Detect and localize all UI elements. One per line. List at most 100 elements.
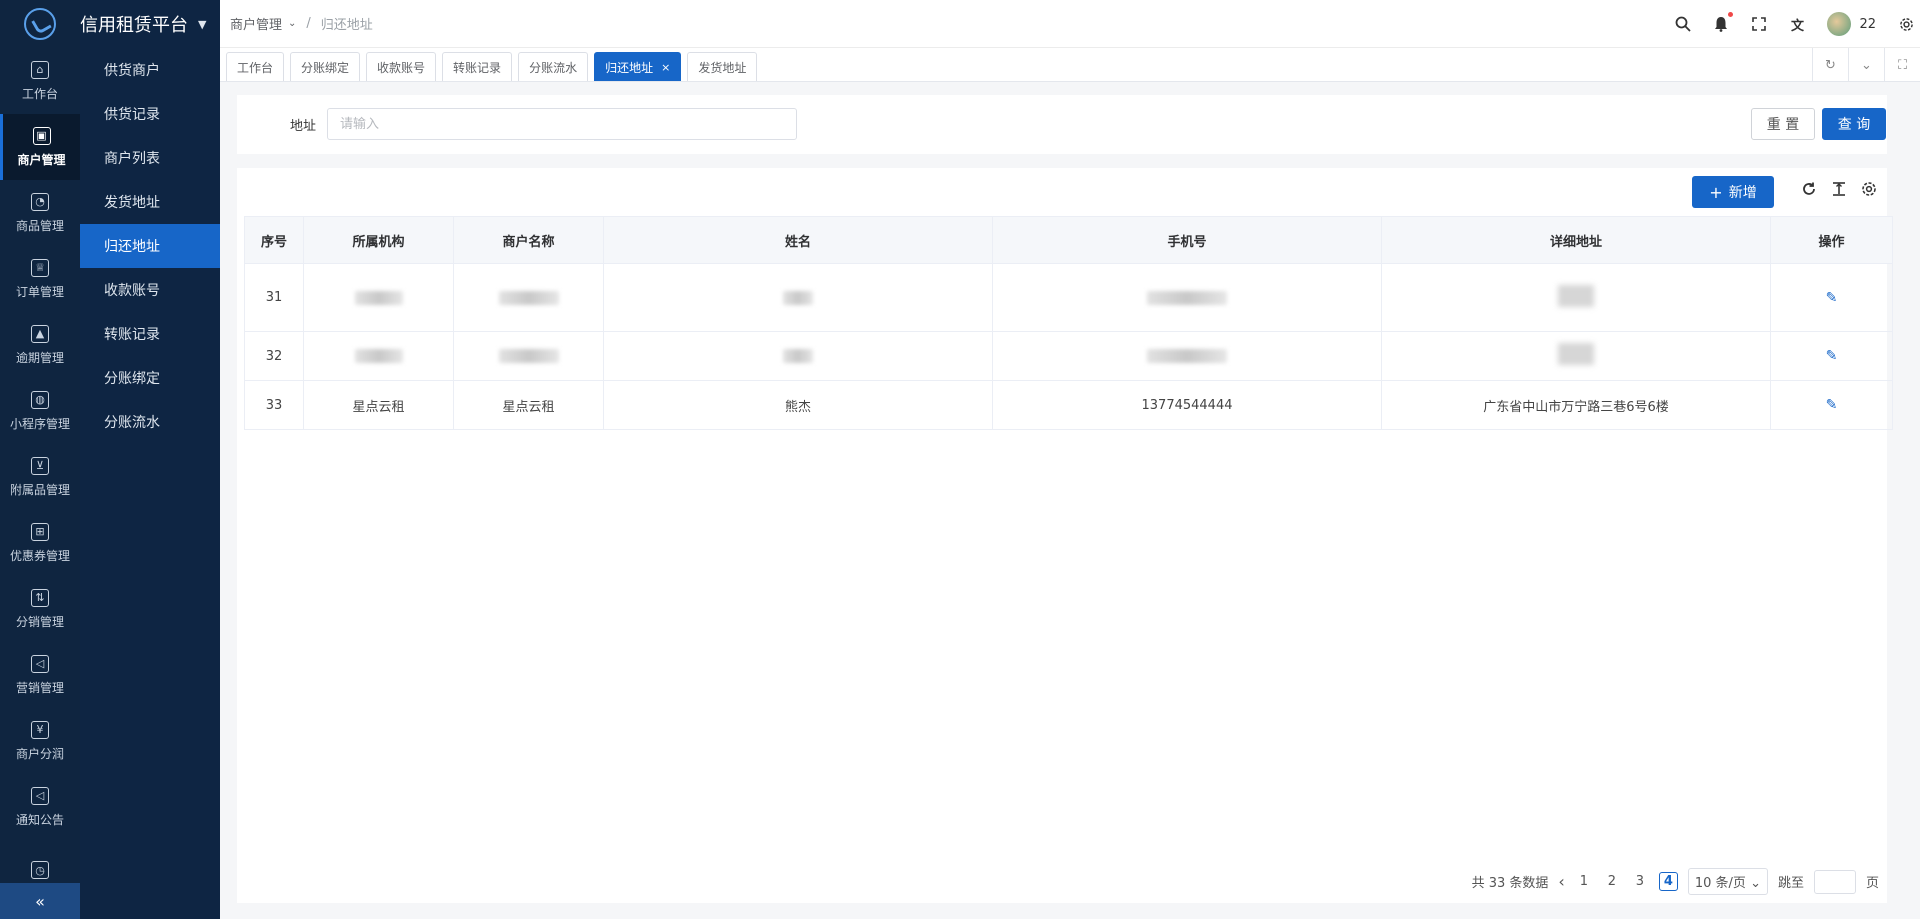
table-cell-org: [303, 331, 454, 381]
redacted-text: [1558, 343, 1594, 365]
rail-item-11[interactable]: ◁ 通知公告: [0, 774, 80, 840]
page-number[interactable]: 1: [1575, 874, 1593, 889]
table-row: 32 ✎: [244, 331, 1893, 381]
edit-icon[interactable]: ✎: [1826, 290, 1838, 306]
tab-item[interactable]: 转账记录: [442, 52, 513, 81]
submenu-item[interactable]: 分账绑定: [80, 356, 220, 400]
column-header: 序号: [244, 216, 304, 264]
address-search-input[interactable]: [327, 108, 797, 140]
rail-item-8[interactable]: ⇅ 分销管理: [0, 576, 80, 642]
page-number[interactable]: 2: [1603, 874, 1621, 889]
table-cell-actions: ✎: [1770, 263, 1893, 332]
redacted-text: [498, 290, 559, 305]
redacted-text: [498, 349, 559, 363]
table-cell-address: [1381, 263, 1771, 332]
submenu-item[interactable]: 收款账号: [80, 268, 220, 312]
submenu-item[interactable]: 分账流水: [80, 400, 220, 444]
refresh-icon[interactable]: [1800, 180, 1818, 198]
add-button[interactable]: + 新增: [1692, 176, 1774, 208]
rail-item-label: 商户分润: [15, 746, 64, 761]
column-height-icon[interactable]: [1830, 180, 1848, 198]
address-label: 地址: [290, 119, 317, 134]
settings-icon[interactable]: [1860, 180, 1878, 198]
total-count: 共 33 条数据: [1471, 876, 1549, 891]
jump-label: 跳至: [1777, 876, 1804, 891]
brand-title: 信用租赁平台: [80, 15, 188, 36]
column-header: 所属机构: [303, 216, 454, 264]
plus-icon: +: [1709, 182, 1723, 202]
tab-item[interactable]: 发货地址: [687, 52, 758, 81]
table-cell-actions: ✎: [1770, 380, 1893, 430]
query-button[interactable]: 查 询: [1822, 108, 1886, 140]
submenu-item[interactable]: 供货记录: [80, 92, 220, 136]
tab-item[interactable]: 工作台: [226, 52, 285, 81]
translate-icon[interactable]: 文: [1789, 16, 1805, 34]
tab-label: 收款账号: [377, 60, 426, 75]
pagination: 共 33 条数据 ‹ 1234 10 条/页 ⌄ 跳至 页: [1472, 868, 1879, 895]
table-cell-name: [603, 331, 993, 381]
redacted-text: [783, 290, 813, 305]
redacted-text: [1558, 284, 1594, 307]
table-cell-address: [1381, 331, 1771, 381]
table-cell-org: 星点云租: [303, 380, 454, 430]
reset-button[interactable]: 重 置: [1751, 108, 1815, 140]
close-icon[interactable]: ×: [661, 61, 670, 74]
rail-item-label: 营销管理: [15, 680, 64, 695]
menu-icon: ⌂: [31, 60, 49, 79]
menu-icon: ▣: [32, 126, 51, 145]
table-cell-index: 31: [244, 263, 304, 332]
tab-label: 转账记录: [453, 60, 502, 75]
table-cell-phone: [992, 263, 1382, 332]
logo-icon: [24, 8, 56, 40]
page-size-select[interactable]: 10 条/页 ⌄: [1687, 868, 1768, 895]
prev-page-icon[interactable]: ‹: [1558, 872, 1564, 891]
gear-icon[interactable]: [1898, 16, 1914, 32]
refresh-tab-icon[interactable]: ↻: [1812, 48, 1848, 82]
collapse-sidebar-button[interactable]: «: [0, 883, 80, 919]
table-row: 33 星点云租 星点云租 熊杰 13774544444 广东省中山市万宁路三巷6号6楼 ✎: [244, 380, 1893, 430]
submenu: 信用租赁平台 ▼ 供货商户 供货记录 商户列表 发货地址 归还地址 收款账号 转账记录 分账绑…: [80, 0, 220, 919]
tab-item[interactable]: 收款账号: [366, 52, 437, 81]
rail-item-label: 分销管理: [15, 614, 64, 629]
menu-icon: ▲: [31, 324, 49, 343]
page-number[interactable]: 4: [1658, 872, 1678, 891]
rail-item-6[interactable]: ⊻ 附属品管理: [0, 444, 80, 510]
submenu-item[interactable]: 转账记录: [80, 312, 220, 356]
user-name[interactable]: 22: [1859, 17, 1876, 32]
table-cell-name: 熊杰: [603, 380, 993, 430]
fullscreen-icon[interactable]: [1751, 16, 1767, 32]
breadcrumb-parent[interactable]: 商户管理: [230, 14, 282, 33]
logo: [0, 0, 80, 48]
edit-icon[interactable]: ✎: [1826, 348, 1838, 364]
avatar[interactable]: [1827, 12, 1852, 36]
rail-item-2[interactable]: ◔ 商品管理: [0, 180, 80, 246]
redacted-text: [1147, 349, 1227, 363]
search-icon[interactable]: [1675, 16, 1692, 32]
chevron-down-icon[interactable]: ⌄: [1848, 48, 1884, 82]
pin-icon[interactable]: ▼: [198, 18, 206, 31]
rail-item-10[interactable]: ¥ 商户分润: [0, 708, 80, 774]
jump-page-input[interactable]: [1813, 869, 1856, 894]
submenu-item[interactable]: 商户列表: [80, 136, 220, 180]
tab-item[interactable]: 归还地址 ×: [594, 52, 682, 81]
rail-item-0[interactable]: ⌂ 工作台: [0, 48, 80, 114]
tab-item[interactable]: 分账流水: [518, 52, 589, 81]
edit-icon[interactable]: ✎: [1826, 397, 1838, 413]
redacted-text: [783, 349, 813, 363]
tab-item[interactable]: 分账绑定: [290, 52, 361, 81]
submenu-item[interactable]: 供货商户: [80, 48, 220, 92]
rail-item-5[interactable]: ◍ 小程序管理: [0, 378, 80, 444]
submenu-item[interactable]: 归还地址: [80, 224, 220, 268]
rail-item-9[interactable]: ◁ 营销管理: [0, 642, 80, 708]
return-address-table: 序号 所属机构 商户名称 姓名 手机号 详细地址 操作 31 ✎ 32 ✎ 33 星点云租 星点云租 熊杰…: [244, 216, 1893, 430]
rail-item-4[interactable]: ▲ 逾期管理: [0, 312, 80, 378]
rail-item-1[interactable]: ▣ 商户管理: [0, 114, 80, 180]
submenu-item[interactable]: 发货地址: [80, 180, 220, 224]
menu-icon: ◁: [31, 786, 49, 805]
chevron-down-icon: ⌄: [288, 18, 297, 29]
maximize-icon[interactable]: ⛶: [1884, 48, 1920, 82]
rail-item-7[interactable]: ⊞ 优惠券管理: [0, 510, 80, 576]
page-number[interactable]: 3: [1631, 874, 1649, 889]
rail-item-3[interactable]: ♕ 订单管理: [0, 246, 80, 312]
bell-icon[interactable]: [1713, 12, 1734, 32]
